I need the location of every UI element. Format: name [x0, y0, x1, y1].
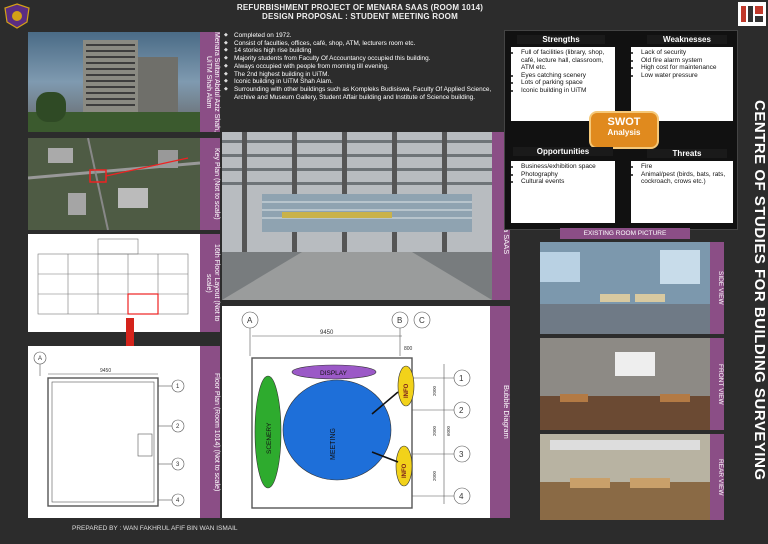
fact-item: Completed on 1972.	[222, 32, 502, 40]
info-label-top: INFO	[404, 383, 410, 398]
strengths-heading: Strengths	[517, 35, 605, 44]
fp-dim-top: 9450	[100, 368, 111, 374]
strength-item: Lots of parking space	[521, 79, 615, 87]
footer-credit: PREPARED BY : WAN FAKHRUL AFIF BIN WAN I…	[72, 525, 238, 532]
display-label: DISPLAY	[320, 370, 348, 377]
rear-view-label: REAR VIEW	[710, 434, 724, 520]
fact-item: Majority students from Faculty Of Accoun…	[222, 55, 502, 63]
bd-grid-3: 3	[459, 450, 464, 459]
fp-grid-2: 2	[176, 424, 180, 430]
fp-grid-a: A	[38, 356, 42, 362]
csbs-logo	[738, 2, 766, 26]
side-view-label: SIDE VIEW	[710, 242, 724, 334]
title-line-1: REFURBISHMENT PROJECT OF MENARA SAAS (RO…	[236, 3, 484, 12]
centre-title-vertical: CENTRE OF STUDIES FOR BUILDING SURVEYING	[751, 99, 768, 481]
scenery-label: SCENERY	[266, 422, 273, 454]
opportunities-box: Business/exhibition space Photography Cu…	[511, 161, 615, 223]
building-photo	[28, 32, 200, 132]
strength-item: Full of facilities (library, shop, café,…	[521, 49, 615, 72]
threat-item: Animal/pest (birds, bats, rats, cockroac…	[641, 171, 733, 186]
floor-plan-label: Floor Plan (Room 1014) (Not to scale)	[200, 346, 220, 518]
bubble-diagram: A B C 9450 800 1 2 3 4 2000 2000 2000 60…	[222, 306, 490, 518]
strengths-box: Full of facilities (library, shop, café,…	[511, 47, 615, 121]
threat-item: Fire	[641, 163, 733, 171]
fact-item: Surrounding with other buildings such as…	[222, 86, 502, 101]
fact-item: 14 stories high rise building	[222, 47, 502, 55]
weaknesses-heading: Weaknesses	[647, 35, 727, 44]
fp-grid-1: 1	[176, 384, 180, 390]
bd-dim-top: 9450	[320, 330, 334, 336]
bd-dim-side1: 2000	[432, 385, 437, 396]
swot-center-subtitle: Analysis	[607, 128, 641, 137]
existing-room-heading: EXISTING ROOM PICTURE	[560, 228, 690, 239]
swot-center-title: SWOT	[607, 116, 641, 128]
strength-item: Eyes catching scenery	[521, 72, 615, 80]
opportunity-item: Photography	[521, 171, 615, 179]
bd-dim-small: 800	[404, 346, 413, 352]
opportunity-item: Business/exhibition space	[521, 163, 615, 171]
bd-dim-side3: 2000	[432, 470, 437, 481]
front-view-photo	[540, 338, 710, 430]
dataran-photo	[222, 132, 492, 300]
swot-center-badge: SWOT Analysis	[589, 111, 659, 149]
meeting-bubble	[282, 379, 392, 481]
title-line-2: DESIGN PROPOSAL : STUDENT MEETING ROOM	[262, 12, 458, 21]
bd-grid-a: A	[247, 316, 253, 325]
fact-item: Iconic building in UiTM Shah Alam.	[222, 78, 502, 86]
weaknesses-box: Lack of security Old fire alarm system H…	[631, 47, 733, 121]
key-plan-map	[28, 138, 200, 230]
weakness-item: Old fire alarm system	[641, 57, 733, 65]
uitm-logo	[2, 2, 32, 30]
bd-grid-1: 1	[459, 374, 464, 383]
fp-grid-3: 3	[176, 462, 180, 468]
weakness-item: Lack of security	[641, 49, 733, 57]
opportunity-item: Cultural events	[521, 178, 615, 186]
floor-layout-drawing	[28, 234, 200, 332]
bd-grid-4: 4	[459, 492, 464, 501]
fact-item: The 2nd highest building in UiTM.	[222, 71, 502, 79]
bubble-diagram-label: Bubble Diagram	[490, 306, 511, 518]
threats-heading: Threats	[647, 149, 727, 158]
bd-dim-side2: 2000	[432, 425, 437, 436]
info-label-bottom: INFO	[402, 463, 408, 478]
fp-grid-4: 4	[176, 498, 180, 504]
opportunities-heading: Opportunities	[513, 147, 613, 156]
strength-item: Iconic building in UiTM	[521, 87, 615, 95]
front-view-label: FRONT VIEW	[710, 338, 724, 430]
key-plan-label: Key Plan (Not to scale)	[200, 138, 220, 230]
side-view-photo	[540, 242, 710, 334]
rear-view-photo	[540, 434, 710, 520]
building-photo-label: Menara Sultan Abdul Aziz Shah, UiTM Shah…	[200, 32, 220, 132]
bd-dim-side4: 6000	[446, 425, 451, 436]
fact-item: Always occupied with people from morning…	[222, 63, 502, 71]
threats-box: Fire Animal/pest (birds, bats, rats, coc…	[631, 161, 733, 223]
fact-item: Consist of faculties, offices, café, sho…	[222, 40, 502, 48]
swot-panel: Strengths Weaknesses Full of facilities …	[504, 30, 738, 230]
bd-grid-b: B	[397, 316, 402, 325]
weakness-item: High cost for maintenance	[641, 64, 733, 72]
bd-grid-c: C	[419, 316, 425, 325]
floor-layout-label: 16th Floor Layout (Not to scale)	[200, 234, 220, 332]
weakness-item: Low water pressure	[641, 72, 733, 80]
floor-plan-drawing: A 9450 1 2 3 4	[28, 346, 200, 518]
building-facts-list: Completed on 1972. Consist of faculties,…	[222, 32, 502, 101]
meeting-label: MEETING	[330, 428, 337, 460]
bd-grid-2: 2	[459, 406, 464, 415]
